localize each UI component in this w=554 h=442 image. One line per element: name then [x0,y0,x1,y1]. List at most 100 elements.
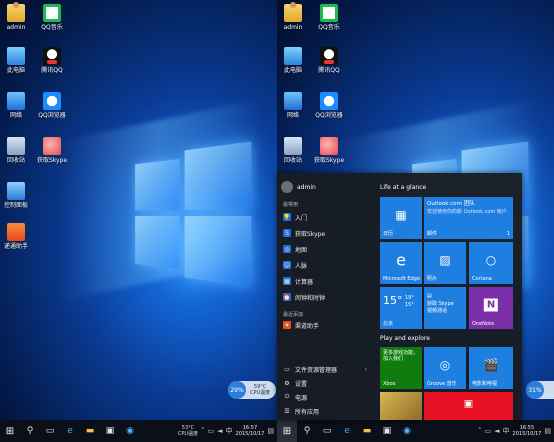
network-icon[interactable]: ▭ [485,427,492,435]
search-icon[interactable]: ⚲ [20,420,40,442]
desktop-icon-qq-browser[interactable]: QQ浏览器 [30,92,74,119]
photos-icon: ▨ [439,252,451,267]
mail-count: 1 [506,231,510,237]
qq-browser-taskbar-icon[interactable]: ◉ [397,420,417,442]
desktop-icon-qq[interactable]: 腾讯QQ [307,47,351,74]
chevron-up-icon[interactable]: ˄ [478,427,482,435]
notification-icon[interactable]: ▤ [267,427,274,435]
desktop-icon-label: QQ音乐 [318,24,340,31]
recycle-bin-icon [284,137,302,155]
clock[interactable]: 16:55 2015/10/17 [513,425,542,437]
group-title-life: Life at a glance [380,184,427,191]
tray-temp-label: CPU温度 [177,431,199,437]
settings-icon: ⚙ [284,379,290,387]
store-icon[interactable]: ▣ [100,420,120,442]
cpu-usage: 31% [526,381,544,399]
desktop-icon-control-panel[interactable]: 控制面板 [0,182,38,209]
task-view-icon[interactable]: ▭ [317,420,337,442]
mail-sender: Outlook.com 团队 [427,201,475,207]
desktop-stage: admin QQ音乐 此电脑 腾讯QQ 网络 QQ浏览器 回收站 获取Skype 控制面板 递通助… [0,0,554,442]
edge-icon[interactable]: e [337,420,357,442]
start-menu-left-pane: admin 最常用 💡 入门 S 获取Skype ◎ 地图 ☺ 人脉 ▦ 计算器 ⏰ 闹钟和时钟 最近… [277,173,373,420]
onenote-tile[interactable]: N OneNote [469,287,513,329]
mail-tile[interactable]: Outlook.com 团队 欢迎使用你的新 Outlook.com 帐户 邮件… [424,197,513,239]
movies-tile[interactable]: 🎬 电影和电视 [469,347,513,389]
desktop-icon-skype[interactable]: 获取Skype [307,137,351,164]
desktop-icon-label: 腾讯QQ [318,67,340,74]
clock[interactable]: 16:57 2015/10/17 [236,425,265,437]
start-item-all-apps[interactable]: ☰ 所有应用 [283,405,319,417]
weather-high: 19° [405,295,414,301]
start-button[interactable]: ⊞ [277,420,297,442]
file-explorer-icon[interactable]: ▬ [357,420,377,442]
volume-icon[interactable]: ◄ [217,427,222,435]
start-item-label: 人脉 [295,262,308,270]
volume-icon[interactable]: ◄ [494,427,499,435]
photos-tile[interactable]: ▨ 照片 [424,242,466,284]
chevron-up-icon[interactable]: ˄ [201,427,205,435]
qq-browser-icon [320,92,338,110]
start-item-settings[interactable]: ⚙ 设置 [283,377,307,389]
start-item-calculator[interactable]: ▦ 计算器 [283,275,313,287]
file-explorer-icon: ▭ [284,365,290,373]
start-item-channel-helper[interactable]: ✦ 渠道助手 [283,319,319,331]
taskbar-left: ⊞ ⚲ ▭ e ▬ ▣ ◉ 53°C CPU温度 ˄ ▭ ◄ 中 16:57 2… [0,420,277,442]
desktop-icon-qq-music[interactable]: QQ音乐 [30,4,74,31]
edge-icon: e [396,250,406,270]
search-icon[interactable]: ⚲ [297,420,317,442]
start-item-power[interactable]: ⏻ 电源 [283,391,307,403]
edge-icon[interactable]: e [60,420,80,442]
cpu-monitor-widget[interactable]: 31% [526,381,554,399]
qq-music-icon [320,4,338,22]
xbox-tile[interactable]: 更多游戏功能，加入我们 Xbox [380,347,422,389]
skype-tile-title: 获取 Skype [427,301,454,307]
notification-icon[interactable]: ▤ [544,427,551,435]
desktop-icon-label: 获取Skype [36,157,68,164]
desktop-icon-qq[interactable]: 腾讯QQ [30,47,74,74]
input-method-icon[interactable]: 中 [226,426,233,436]
desktop-icon-qq-browser[interactable]: QQ浏览器 [307,92,351,119]
desktop-icon-assistant[interactable]: 递通助手 [0,223,38,250]
skype-icon: ▤ [427,293,432,299]
weather-tile[interactable]: 15° 19° 15° 北京 [380,287,422,329]
calendar-tile[interactable]: ▦ 日历 [380,197,422,239]
start-item-alarm[interactable]: ⏰ 闹钟和时钟 [283,291,325,303]
start-menu: admin 最常用 💡 入门 S 获取Skype ◎ 地图 ☺ 人脉 ▦ 计算器 ⏰ 闹钟和时钟 最近… [277,173,522,420]
recycle-bin-icon [7,137,25,155]
cpu-monitor-widget[interactable]: 29% 59°C CPU温度 [228,381,276,399]
edge-tile[interactable]: e Microsoft Edge [380,242,422,284]
qq-music-icon [43,4,61,22]
qq-browser-taskbar-icon[interactable]: ◉ [120,420,140,442]
start-item-lightbulb[interactable]: 💡 入门 [283,211,307,223]
onenote-icon: N [483,298,499,312]
start-item-label: 所有应用 [295,408,320,416]
this-pc-icon [7,47,25,65]
avatar [281,181,293,193]
start-item-maps[interactable]: ◎ 地图 [283,243,307,255]
skype-tile[interactable]: ▤ 获取 Skype 视频通话 [424,287,466,329]
input-method-icon[interactable]: 中 [503,426,510,436]
start-item-people[interactable]: ☺ 人脉 [283,259,307,271]
desktop-icon-skype[interactable]: 获取Skype [30,137,74,164]
control-panel-icon [7,182,25,200]
start-item-skype[interactable]: S 获取Skype [283,227,325,239]
start-item-file-explorer[interactable]: ▭ 文件资源管理器 [283,363,337,375]
task-view-icon[interactable]: ▭ [40,420,60,442]
system-tray: 53°C CPU温度 ˄ ▭ ◄ 中 16:57 2015/10/17 ▤ [178,425,277,437]
store-icon[interactable]: ▣ [377,420,397,442]
store-tile[interactable]: ▣ [424,392,513,420]
groove-tile[interactable]: ◎ Groove 音乐 [424,347,466,389]
user-account[interactable]: admin [281,181,316,193]
game-tile[interactable] [380,392,422,420]
cortana-tile[interactable]: ○ Cortana [469,242,513,284]
start-item-label: 计算器 [295,278,314,286]
file-explorer-icon[interactable]: ▬ [80,420,100,442]
start-button[interactable]: ⊞ [0,420,20,442]
system-tray: ˄ ▭ ◄ 中 16:55 2015/10/17 ▤ [478,425,554,437]
chevron-right-icon[interactable]: › [365,366,367,373]
desktop-icon-qq-music[interactable]: QQ音乐 [307,4,351,31]
network-icon[interactable]: ▭ [208,427,215,435]
power-icon: ⏻ [284,393,290,400]
desktop-icon-label: QQ浏览器 [38,112,66,119]
assistant-icon [7,223,25,241]
